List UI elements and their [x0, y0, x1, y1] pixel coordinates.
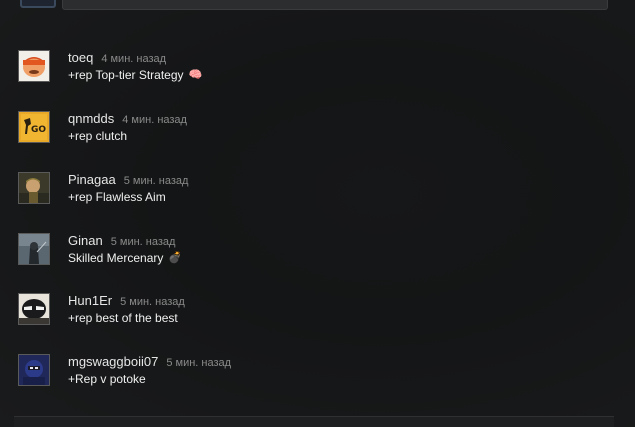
author-name[interactable]: Ginan [68, 233, 103, 248]
author-name[interactable]: toeq [68, 50, 93, 65]
author-name[interactable]: Hun1Er [68, 293, 112, 308]
comment-item: Hun1Er 5 мин. назад +rep best of the bes… [18, 293, 608, 333]
comment-item: GO qnmdds 4 мин. назад +rep clutch [18, 111, 608, 151]
author-name[interactable]: Pinagaa [68, 172, 116, 187]
comment-text: +rep Flawless Aim [68, 190, 166, 204]
comment-input[interactable] [62, 0, 608, 10]
comment-item: toeq 4 мин. назад +rep Top-tier Strategy… [18, 50, 608, 90]
brain-emoji-icon: 🧠 [188, 68, 203, 81]
comment-timestamp: 5 мин. назад [120, 296, 185, 308]
comment-item: Pinagaa 5 мин. назад +rep Flawless Aim [18, 172, 608, 212]
author-name[interactable]: mgswaggboii07 [68, 354, 158, 369]
comment-author-line: toeq 4 мин. назад [68, 50, 166, 66]
cartman-icon[interactable] [18, 50, 50, 82]
ninja-icon[interactable] [18, 354, 50, 386]
comment-item: Ginan 5 мин. назад Skilled Mercenary 💣 [18, 233, 608, 273]
comment-body: +rep best of the best [68, 311, 178, 325]
comment-timestamp: 5 мин. назад [110, 236, 176, 248]
author-name[interactable]: qnmdds [68, 111, 114, 126]
comment-text: +Rep v potoke [68, 372, 146, 386]
comment-author-line: qnmdds 4 мин. назад [68, 111, 187, 127]
comment-body: +rep clutch [68, 129, 128, 143]
comment-text: Skilled Mercenary 💣 [68, 251, 182, 265]
comment-body: +Rep v potoke [68, 372, 146, 386]
comment-author-line: mgswaggboii07 5 мин. назад [68, 354, 231, 370]
comment-text: +rep best of the best [68, 311, 178, 325]
comment-author-line: Hun1Er 5 мин. назад [68, 293, 185, 309]
bottom-strip [14, 417, 614, 427]
comment-timestamp: 4 мин. назад [101, 53, 167, 65]
current-user-avatar [20, 0, 56, 8]
knight-icon[interactable] [18, 233, 50, 265]
svg-text:GO: GO [31, 125, 46, 135]
comment-author-line: Pinagaa 5 мин. назад [68, 172, 188, 188]
comment-body: +rep Top-tier Strategy [68, 68, 184, 82]
comment-body: +rep Flawless Aim [68, 190, 166, 204]
bomb-emoji-icon: 💣 [168, 251, 183, 264]
comment-timestamp: 4 мин. назад [122, 114, 187, 126]
soldier-icon[interactable] [18, 172, 50, 204]
comment-text: +rep Top-tier Strategy 🧠 [68, 68, 202, 82]
comment-timestamp: 5 мин. назад [123, 175, 189, 187]
comment-item: mgswaggboii07 5 мин. назад +Rep v potoke [18, 354, 608, 394]
masked-hero-icon[interactable] [18, 293, 50, 325]
csgo-logo-icon[interactable]: GO [18, 111, 50, 143]
comment-text: +rep clutch [68, 129, 127, 143]
comment-timestamp: 5 мин. назад [166, 357, 232, 369]
comment-body: Skilled Mercenary [68, 251, 164, 265]
comment-author-line: Ginan 5 мин. назад [68, 233, 175, 249]
